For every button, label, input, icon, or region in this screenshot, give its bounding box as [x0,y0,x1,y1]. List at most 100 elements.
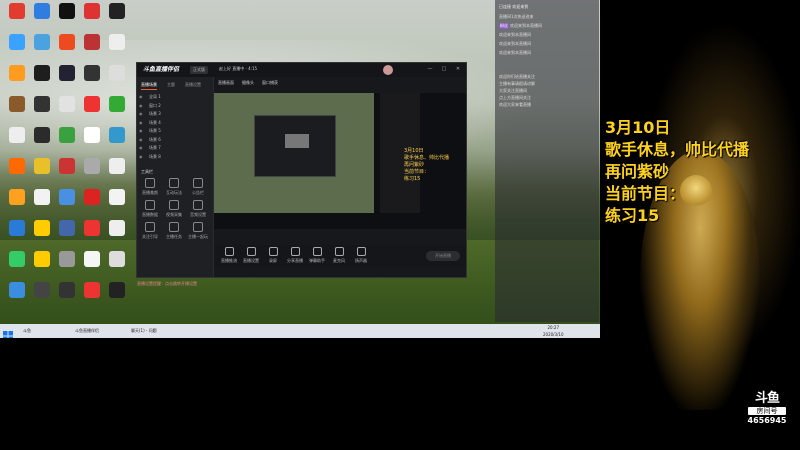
desktop-icon[interactable] [102,33,132,63]
app-logo: 斗鱼直播伴侣 [143,66,180,73]
bottom-tool-button[interactable]: 扬声器 [352,247,370,264]
chat-message: 点上方直播间关注 [499,95,595,101]
eye-icon[interactable]: ◉ [139,119,143,127]
taskbar: 斗鱼 斗鱼直播伴侣 聊天(1) - 问题 20:27 2020/3/10 [0,324,600,338]
app-icon [109,189,125,205]
avatar[interactable] [383,65,393,75]
app-icon [59,189,75,205]
bottom-tool-button[interactable]: 直播推流 [220,247,238,264]
chat-header: 已连接 欢迎来到 [499,4,529,9]
stream-status: 赵上好 直播中 · 4:15 [219,66,258,71]
taskbar-item[interactable]: 斗鱼直播伴侣 [72,326,102,336]
tools-title: 工具栏 [141,169,153,174]
eye-icon[interactable]: ◉ [139,136,143,144]
eye-icon[interactable]: ◉ [139,93,143,101]
taskbar-item[interactable]: 斗鱼 [20,326,34,336]
scene-item[interactable]: ◉ 场景 7 [139,144,209,152]
eye-icon[interactable]: ◉ [139,127,143,135]
tab-camera[interactable]: 摄像头 [242,80,254,86]
bottom-tool-button[interactable]: 分享直播 [286,247,304,264]
app-icon [9,251,25,267]
app-icon [109,3,125,19]
eye-icon[interactable]: ◉ [139,153,143,161]
tool-label: 互动玩法 [166,190,182,195]
eye-icon[interactable]: ◉ [139,144,143,152]
tool-button[interactable]: 直播美颜 [139,177,161,197]
tool-button[interactable]: 公告栏 [187,177,209,197]
bottom-tool-label: 直播推流 [221,258,237,263]
scene-list: ◉ 全局 1 ◉ 窗口 2 ◉ 场景 3 ◉ 场景 4 ◉ 场景 5 ◉ 场景 6 ◉ 场景 7 ◉ 场景 8 [137,93,213,163]
bottom-tool-label: 分享直播 [287,258,303,263]
taskbar-item[interactable]: 聊天(1) - 问题 [128,326,160,336]
desktop-icon[interactable] [102,250,132,280]
settings-notice[interactable]: 直播设置提醒：点击跳转开播设置 [137,279,213,289]
tool-button[interactable]: 直播数据 [139,199,161,219]
desktop-icon[interactable] [102,2,132,32]
user-badge: 粉丝 [499,23,509,29]
scene-item[interactable]: ◉ 场景 4 [139,119,209,127]
eye-icon[interactable]: ◉ [139,110,143,118]
captured-desktop: 斗鱼直播伴侣 正式版 赵上好 直播中 · 4:15 — □ ✕ 直播场景 主题 … [0,0,600,338]
overlay-line-program: 练习15 [605,206,660,225]
app-icon [34,96,50,112]
bottom-tool-button[interactable]: 弹幕助手 [308,247,326,264]
minimize-button[interactable]: — [427,66,433,72]
desktop-icon[interactable] [102,64,132,94]
chat-text: 欢迎大家来看直播 [499,102,531,107]
bottom-tool-icon [268,247,278,256]
desktop-icon[interactable] [102,95,132,125]
bottom-tool-icon [246,247,256,256]
scene-item[interactable]: ◉ 场景 3 [139,110,209,118]
go-live-button[interactable]: 开始直播 [426,251,460,261]
tab-theme[interactable]: 主题 [167,81,175,89]
scene-item[interactable]: ◉ 窗口 2 [139,102,209,110]
windows-start-icon[interactable] [3,326,13,338]
desktop-icon[interactable] [102,281,132,311]
scene-item[interactable]: ◉ 场景 5 [139,127,209,135]
app-icon [84,96,100,112]
app-icon [109,34,125,50]
tool-button[interactable]: 主播一起玩 [187,221,209,241]
chat-message: 欢迎来到本直播间 [499,50,595,56]
tool-icon [169,178,179,188]
chat-text: 欢迎来到本直播间 [499,41,531,46]
scene-label: 窗口 2 [149,102,161,108]
tool-label: 直播美颜 [142,190,158,195]
chat-text: 欢迎来到本直播间 [499,32,531,37]
tool-icon [193,200,203,210]
desktop-icon[interactable] [102,126,132,156]
tab-live-view[interactable]: 直播画面 [218,80,234,86]
scene-item[interactable]: ◉ 全局 1 [139,93,209,101]
tool-button[interactable]: 音频设置 [187,199,209,219]
chat-message: 直播间1次热送进来 [499,14,595,20]
close-button[interactable]: ✕ [455,66,461,72]
scene-item[interactable]: ◉ 场景 8 [139,153,209,161]
desktop-icon[interactable] [102,219,132,249]
tool-button[interactable]: 视频采集 [163,199,185,219]
desktop-icon[interactable] [102,188,132,218]
app-icon [34,3,50,19]
scene-item[interactable]: ◉ 场景 6 [139,136,209,144]
chat-text: 点上方直播间关注 [499,95,531,100]
tab-window-capture[interactable]: 窗口捕获 [262,80,278,86]
tab-scenes[interactable]: 直播场景 [141,81,157,90]
bottom-tool-button[interactable]: 麦克风 [330,247,348,264]
bottom-tool-button[interactable]: 直播设置 [242,247,260,264]
eye-icon[interactable]: ◉ [139,102,143,110]
chat-panel: 已连接 欢迎来到 直播间1次热送进来 粉丝 欢迎来到本直播间 欢迎来到本直播间 欢迎来到… [495,0,599,322]
app-icon [9,158,25,174]
maximize-button[interactable]: □ [441,66,447,72]
tool-button[interactable]: 互动玩法 [163,177,185,197]
app-icon [34,251,50,267]
desktop-icon[interactable] [102,157,132,187]
tool-button[interactable]: 主播任务 [163,221,185,241]
app-icon [84,220,100,236]
app-icon [59,96,75,112]
tool-label: 视频采集 [166,212,182,217]
app-icon [109,158,125,174]
bottom-tool-button[interactable]: 录屏 [264,247,282,264]
tool-button[interactable]: 关注引导 [139,221,161,241]
preview-line: 再问紫砂 [404,162,425,168]
app-icon [84,127,100,143]
tab-stream-settings[interactable]: 直播设置 [185,81,201,89]
